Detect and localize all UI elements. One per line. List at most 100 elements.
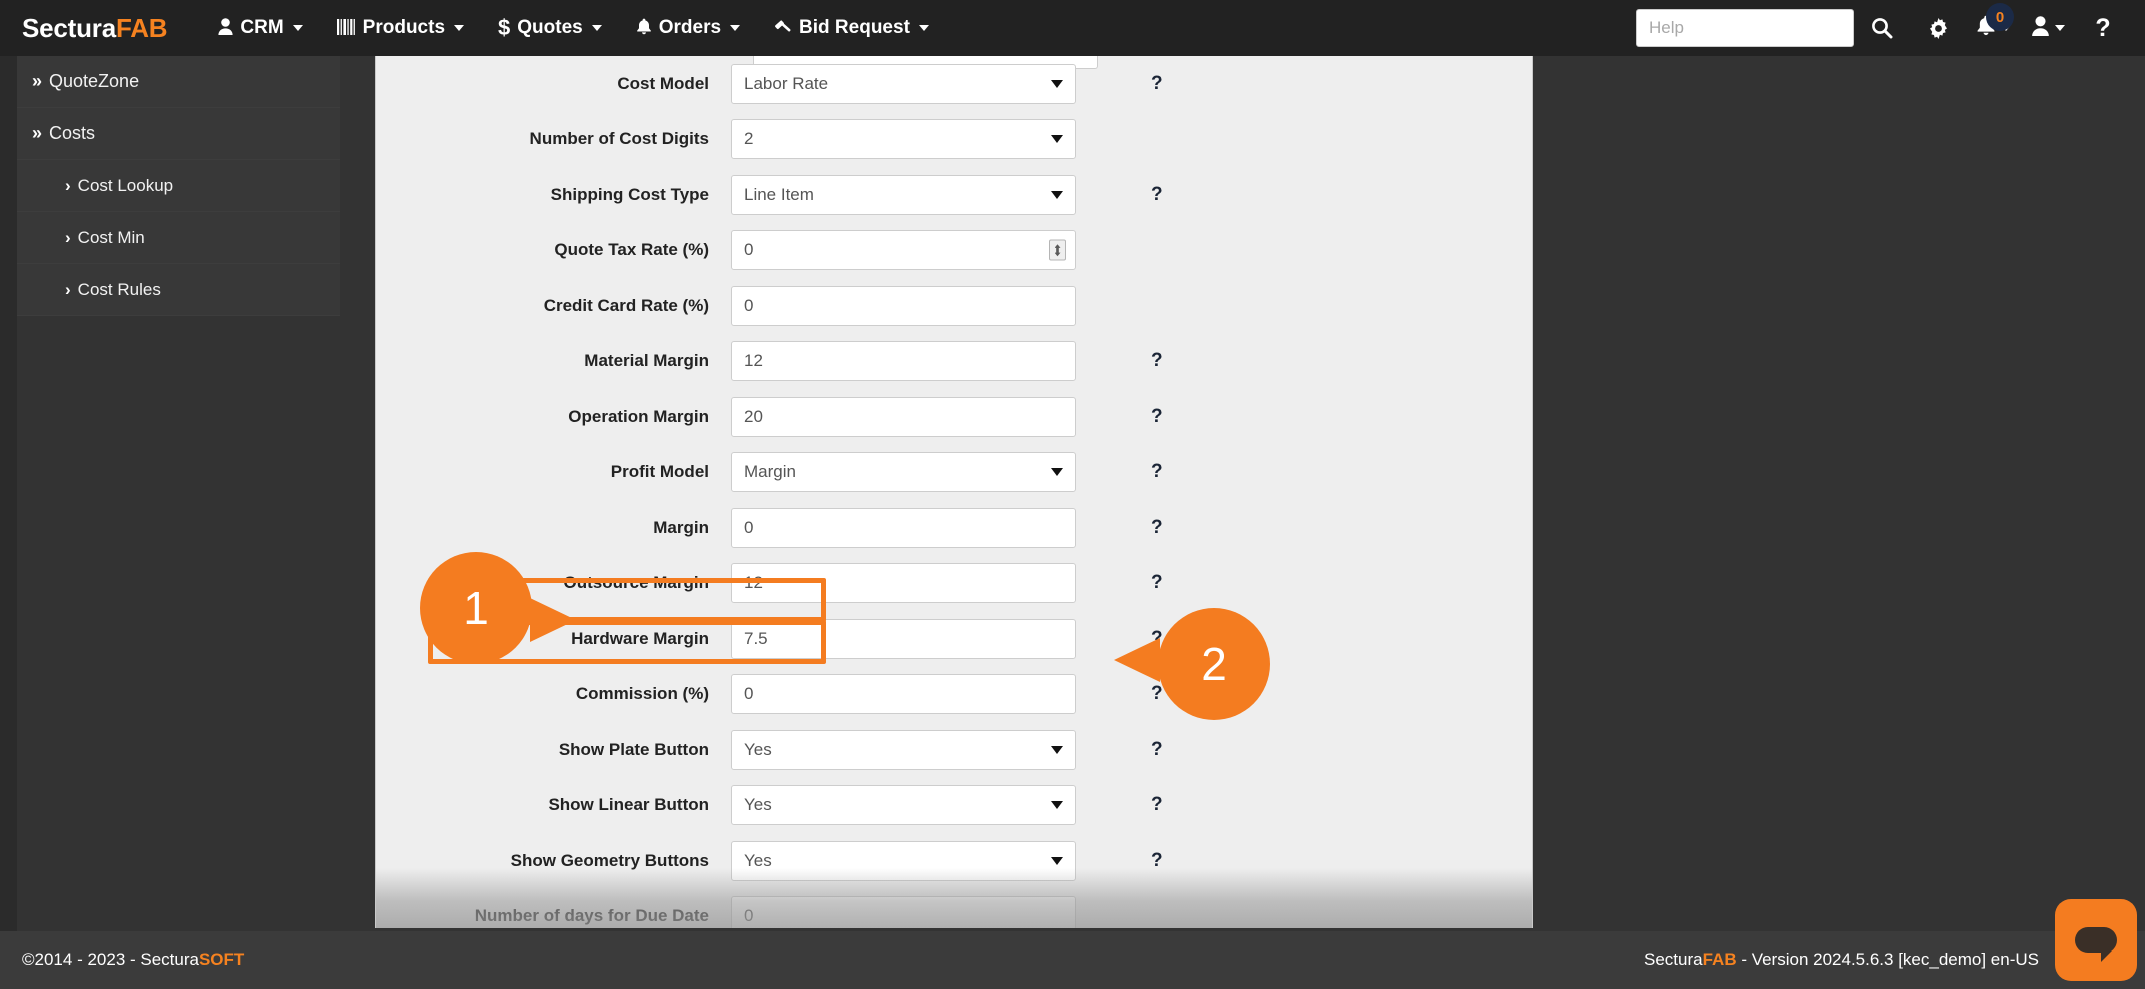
form-row: Commission (%)0? <box>376 667 1532 723</box>
select-field[interactable]: Yes <box>731 841 1076 881</box>
field-control: Yes <box>731 841 1076 881</box>
field-help-icon[interactable]: ? <box>1151 184 1163 206</box>
field-label: Show Plate Button <box>376 740 731 760</box>
chat-bubble-icon <box>2075 927 2117 953</box>
nav-item-products[interactable]: Products <box>320 0 481 56</box>
field-help-icon[interactable]: ? <box>1151 517 1163 539</box>
chevron-down-icon <box>1051 135 1063 143</box>
field-label: Quote Tax Rate (%) <box>376 240 731 260</box>
field-control: 20 <box>731 397 1076 437</box>
text-input-field[interactable]: 0 <box>731 286 1076 326</box>
input-value: 20 <box>744 407 763 427</box>
chevron-down-icon <box>592 25 602 31</box>
field-control: 2 <box>731 119 1076 159</box>
select-value: Line Item <box>744 185 814 205</box>
sidebar-item-cost-min[interactable]: › Cost Min <box>17 212 340 264</box>
search-icon-button[interactable] <box>1854 0 1910 56</box>
select-field[interactable]: Margin <box>731 452 1076 492</box>
field-control: 12 <box>731 341 1076 381</box>
field-label: Margin <box>376 518 731 538</box>
field-help-icon[interactable]: ? <box>1151 739 1163 761</box>
sidebar-item-cost-rules[interactable]: › Cost Rules <box>17 264 340 316</box>
nav-item-orders[interactable]: Orders <box>619 0 757 56</box>
select-field[interactable]: Labor Rate <box>731 64 1076 104</box>
field-help-icon[interactable]: ? <box>1151 350 1163 372</box>
field-help-icon[interactable]: ? <box>1151 406 1163 428</box>
chevron-down-icon <box>454 25 464 31</box>
chevron-down-icon <box>1051 857 1063 865</box>
field-label: Operation Margin <box>376 407 731 427</box>
sidebar-item-cost-lookup[interactable]: › Cost Lookup <box>17 160 340 212</box>
text-input-field[interactable]: 0 <box>731 674 1076 714</box>
text-input-field[interactable]: 0 <box>731 896 1076 928</box>
spinner-icon[interactable] <box>1049 240 1066 261</box>
app-root: SecturaFAB CRM Products $ Quotes Ord <box>0 0 2145 989</box>
nav-item-quotes[interactable]: $ Quotes <box>481 0 619 56</box>
chevron-down-icon <box>730 25 740 31</box>
help-button[interactable]: ? <box>2075 0 2131 56</box>
select-field[interactable]: Yes <box>731 730 1076 770</box>
text-input-field[interactable]: 0 <box>731 230 1076 270</box>
user-menu-button[interactable] <box>2021 0 2075 56</box>
form-row: Operation Margin 20? <box>376 389 1532 445</box>
chevron-right-icon: › <box>65 280 71 300</box>
nav-item-products-label: Products <box>363 17 445 39</box>
select-field[interactable]: Line Item <box>731 175 1076 215</box>
text-input-field[interactable]: 7.5 <box>731 619 1076 659</box>
form-row: Show Plate Button Yes? <box>376 722 1532 778</box>
settings-button[interactable] <box>1910 0 1966 56</box>
field-control: 0 <box>731 508 1076 548</box>
form-row: Shipping Cost TypeLine Item? <box>376 167 1532 223</box>
chevron-right-icon: › <box>65 176 71 196</box>
brand-prefix: Sectura <box>22 13 116 43</box>
field-label: Cost Model <box>376 74 731 94</box>
nav-item-bid-request[interactable]: Bid Request <box>757 0 946 56</box>
nav-item-crm-label: CRM <box>240 17 283 39</box>
select-value: Labor Rate <box>744 74 828 94</box>
field-help-icon[interactable]: ? <box>1151 461 1163 483</box>
sidebar-item-quotezone[interactable]: » QuoteZone <box>17 56 340 108</box>
field-label: Number of days for Due Date <box>376 906 731 926</box>
version-brand-suffix: FAB <box>1703 950 1737 969</box>
help-search-input[interactable] <box>1636 9 1854 47</box>
select-field[interactable]: 2 <box>731 119 1076 159</box>
text-input-field[interactable]: 20 <box>731 397 1076 437</box>
text-input-field[interactable]: 12 <box>731 341 1076 381</box>
text-input-field[interactable]: 0 <box>731 508 1076 548</box>
top-navbar: SecturaFAB CRM Products $ Quotes Ord <box>0 0 2145 56</box>
chat-widget-button[interactable] <box>2055 899 2137 981</box>
bell-icon <box>636 18 652 38</box>
double-chevron-icon: » <box>32 123 42 144</box>
nav-item-bid-request-label: Bid Request <box>799 17 910 39</box>
nav-item-quotes-label: Quotes <box>517 17 582 39</box>
callout-number: 2 <box>1201 637 1227 691</box>
sidebar-item-label: QuoteZone <box>49 71 139 92</box>
sidebar-item-label: Costs <box>49 123 95 144</box>
field-control: Line Item <box>731 175 1076 215</box>
callout-tail <box>1114 638 1160 682</box>
select-field[interactable]: Yes <box>731 785 1076 825</box>
field-help-icon[interactable]: ? <box>1151 683 1163 705</box>
sidebar-menu: » QuoteZone » Costs › Cost Lookup › Cost… <box>17 56 340 316</box>
field-control: Yes <box>731 730 1076 770</box>
notifications-button[interactable]: 0 <box>1966 0 2021 56</box>
double-chevron-icon: » <box>32 71 42 92</box>
field-control: Margin <box>731 452 1076 492</box>
field-help-icon[interactable]: ? <box>1151 572 1163 594</box>
field-help-icon[interactable]: ? <box>1151 794 1163 816</box>
sidebar: » QuoteZone » Costs › Cost Lookup › Cost… <box>0 56 340 989</box>
text-input-field[interactable]: 12 <box>731 563 1076 603</box>
select-value: Yes <box>744 740 772 760</box>
field-help-icon[interactable]: ? <box>1151 73 1163 95</box>
copyright-prefix: ©2014 - 2023 - Sectura <box>22 950 199 969</box>
brand-logo[interactable]: SecturaFAB <box>22 13 167 44</box>
field-label: Show Geometry Buttons <box>376 851 731 871</box>
brand-suffix: FAB <box>116 13 167 43</box>
callout-tail <box>530 598 576 642</box>
sidebar-item-costs[interactable]: » Costs <box>17 108 340 160</box>
field-help-icon[interactable]: ? <box>1151 850 1163 872</box>
nav-item-crm[interactable]: CRM <box>201 0 319 56</box>
select-value: Yes <box>744 851 772 871</box>
version-text: SecturaFAB - Version 2024.5.6.3 [kec_dem… <box>1644 950 2039 970</box>
form-row: Number of days for Due Date0 <box>376 889 1532 929</box>
